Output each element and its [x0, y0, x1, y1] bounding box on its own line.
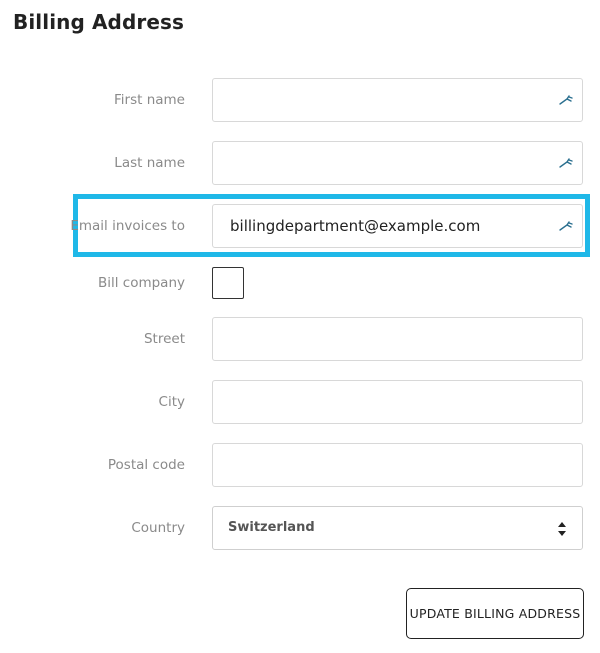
postal-code-field[interactable]: [212, 443, 583, 487]
select-arrows-icon: [558, 522, 566, 536]
bill-company-label: Bill company: [97, 275, 185, 291]
first-name-field[interactable]: [212, 78, 583, 122]
autofill-key-icon[interactable]: [558, 219, 574, 233]
country-label: Country: [131, 520, 185, 536]
street-label: Street: [143, 331, 185, 347]
street-field[interactable]: [212, 317, 583, 361]
postal-code-label: Postal code: [107, 457, 185, 473]
country-select[interactable]: Switzerland: [212, 506, 583, 550]
city-field[interactable]: [212, 380, 583, 424]
update-billing-address-button[interactable]: UPDATE BILLING ADDRESS: [406, 588, 584, 639]
first-name-label: First name: [114, 92, 185, 108]
last-name-field[interactable]: [212, 141, 583, 185]
email-invoices-value: billingdepartment@example.com: [230, 217, 481, 235]
autofill-key-icon[interactable]: [558, 93, 574, 107]
country-selected-value: Switzerland: [228, 520, 315, 535]
email-invoices-field[interactable]: billingdepartment@example.com: [212, 204, 583, 248]
city-label: City: [158, 394, 185, 410]
email-invoices-label: Email invoices to: [70, 218, 185, 234]
bill-company-checkbox[interactable]: [212, 267, 244, 299]
last-name-label: Last name: [114, 155, 185, 171]
autofill-key-icon[interactable]: [558, 156, 574, 170]
page-title: Billing Address: [13, 10, 185, 34]
